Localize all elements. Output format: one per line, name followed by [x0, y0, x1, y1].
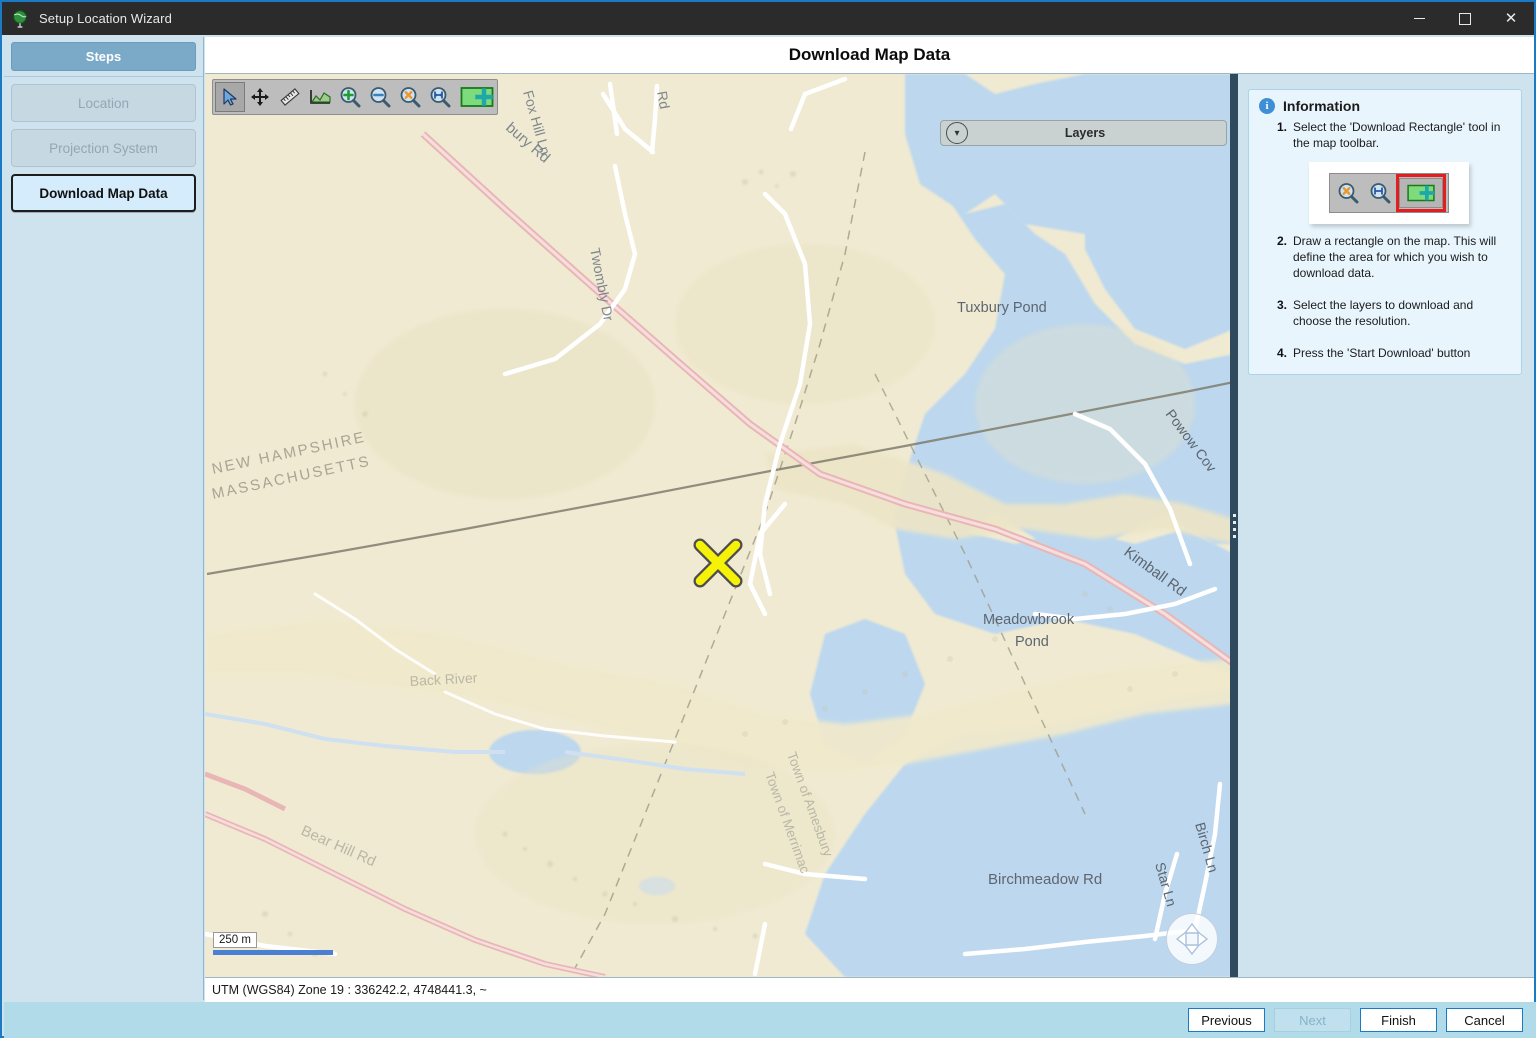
- map-pan-widget[interactable]: [1166, 913, 1218, 965]
- step-number: 1.: [1277, 120, 1288, 134]
- map-scale-bar: 250 m: [213, 930, 333, 955]
- previous-button[interactable]: Previous: [1188, 1008, 1265, 1032]
- wizard-footer: Previous Next Finish Cancel: [4, 1002, 1536, 1038]
- globe-icon: [11, 9, 31, 29]
- information-box: i Information 1. Select the 'Download Re…: [1248, 89, 1522, 375]
- coordinate-readout: UTM (WGS84) Zone 19 : 336242.2, 4748441.…: [212, 983, 487, 997]
- information-step-3: 3. Select the layers to download and cho…: [1259, 298, 1511, 330]
- pan-tool[interactable]: [245, 82, 275, 112]
- scale-line: [213, 950, 333, 955]
- chevron-down-icon[interactable]: ▾: [946, 122, 968, 144]
- finish-button[interactable]: Finish: [1360, 1008, 1437, 1032]
- sidebar-item-label: Download Map Data: [39, 185, 168, 201]
- info-icon: i: [1259, 98, 1275, 114]
- sidebar-divider: [4, 76, 203, 77]
- download-rectangle-icon: [460, 87, 494, 107]
- cursor-arrow-icon: [223, 88, 237, 106]
- window-controls: ✕: [1396, 2, 1534, 35]
- step-number: 4.: [1277, 345, 1288, 360]
- setup-location-wizard-window: Setup Location Wizard ✕ Steps Location P…: [0, 0, 1536, 1038]
- zoom-reset-tool[interactable]: [395, 82, 425, 112]
- map-panel[interactable]: .lbl{font-family:"Liberation Sans",sans-…: [205, 74, 1234, 977]
- select-arrow-tool[interactable]: [215, 82, 245, 112]
- figure-download-rectangle-icon: [1399, 177, 1443, 208]
- map-label: Rd: [654, 90, 673, 110]
- button-label: Cancel: [1464, 1012, 1505, 1028]
- minimize-button[interactable]: [1396, 2, 1442, 35]
- sidebar-item-projection-system[interactable]: Projection System: [11, 129, 196, 167]
- map-label: Tuxbury Pond: [957, 300, 1047, 316]
- information-step-2: 2. Draw a rectangle on the map. This wil…: [1259, 234, 1511, 282]
- step-text: Select the 'Download Rectangle' tool in …: [1293, 120, 1501, 150]
- pan-arrows-icon: [1175, 922, 1209, 956]
- map-toolbar[interactable]: [212, 79, 498, 115]
- information-toolbar-figure: [1309, 161, 1469, 224]
- measure-ruler-tool[interactable]: [275, 82, 305, 112]
- figure-toolbar-strip: [1329, 172, 1449, 213]
- map-label: Meadowbrook: [983, 612, 1075, 628]
- button-label: Previous: [1201, 1012, 1252, 1028]
- map-label: Pond: [1015, 634, 1049, 650]
- information-header: i Information: [1259, 98, 1511, 114]
- map-label: Birchmeadow Rd: [988, 871, 1102, 888]
- download-rectangle-highlight: [1396, 173, 1446, 212]
- maximize-button[interactable]: [1442, 2, 1488, 35]
- zoom-extent-tool[interactable]: [425, 82, 455, 112]
- information-panel: i Information 1. Select the 'Download Re…: [1238, 74, 1534, 977]
- move-arrows-icon: [251, 88, 269, 106]
- sidebar-item-location[interactable]: Location: [11, 84, 196, 122]
- information-step-4: 4. Press the 'Start Download' button: [1259, 346, 1511, 362]
- magnifier-plus-icon: [340, 87, 361, 108]
- step-number: 2.: [1277, 233, 1288, 248]
- button-label: Next: [1299, 1012, 1326, 1028]
- page-header: Download Map Data: [205, 37, 1534, 74]
- scale-label: 250 m: [213, 932, 257, 948]
- step-text: Select the layers to download and choose…: [1293, 297, 1474, 328]
- close-icon: ✕: [1504, 9, 1518, 27]
- panel-splitter[interactable]: [1230, 74, 1238, 977]
- map-canvas[interactable]: .lbl{font-family:"Liberation Sans",sans-…: [205, 74, 1234, 977]
- button-label: Finish: [1381, 1012, 1416, 1028]
- magnifier-extent-icon: [430, 87, 451, 108]
- next-button: Next: [1274, 1008, 1351, 1032]
- steps-header: Steps: [11, 42, 196, 71]
- window-title-bar: Setup Location Wizard ✕: [2, 2, 1534, 35]
- window-title: Setup Location Wizard: [39, 11, 172, 26]
- layers-bar[interactable]: ▾ Layers: [940, 120, 1227, 146]
- sidebar-item-download-map-data[interactable]: Download Map Data: [11, 174, 196, 212]
- step-text: Draw a rectangle on the map. This will d…: [1293, 233, 1497, 280]
- download-rectangle-tool[interactable]: [459, 82, 495, 112]
- map-graphic: .lbl{font-family:"Liberation Sans",sans-…: [205, 74, 1234, 977]
- figure-zoom-reset-icon: [1332, 177, 1364, 209]
- steps-sidebar: Steps Location Projection System Downloa…: [4, 37, 204, 1000]
- cancel-button[interactable]: Cancel: [1446, 1008, 1523, 1032]
- sidebar-item-label: Projection System: [49, 140, 158, 156]
- information-step-1: 1. Select the 'Download Rectangle' tool …: [1259, 120, 1511, 152]
- ruler-icon: [280, 88, 300, 106]
- profile-chart-icon: [310, 90, 331, 104]
- figure-zoom-extent-icon: [1364, 177, 1396, 209]
- status-bar: UTM (WGS84) Zone 19 : 336242.2, 4748441.…: [205, 977, 1534, 1002]
- step-number: 3.: [1277, 297, 1288, 312]
- zoom-in-tool[interactable]: [335, 82, 365, 112]
- magnifier-cross-icon: [400, 87, 421, 108]
- zoom-out-tool[interactable]: [365, 82, 395, 112]
- information-title: Information: [1283, 98, 1360, 114]
- profile-graph-tool[interactable]: [305, 82, 335, 112]
- step-text: Press the 'Start Download' button: [1293, 345, 1471, 360]
- layers-label: Layers: [1064, 126, 1106, 140]
- magnifier-minus-icon: [370, 87, 391, 108]
- page-title: Download Map Data: [788, 45, 951, 64]
- sidebar-item-label: Location: [77, 95, 130, 111]
- close-button[interactable]: ✕: [1488, 2, 1534, 35]
